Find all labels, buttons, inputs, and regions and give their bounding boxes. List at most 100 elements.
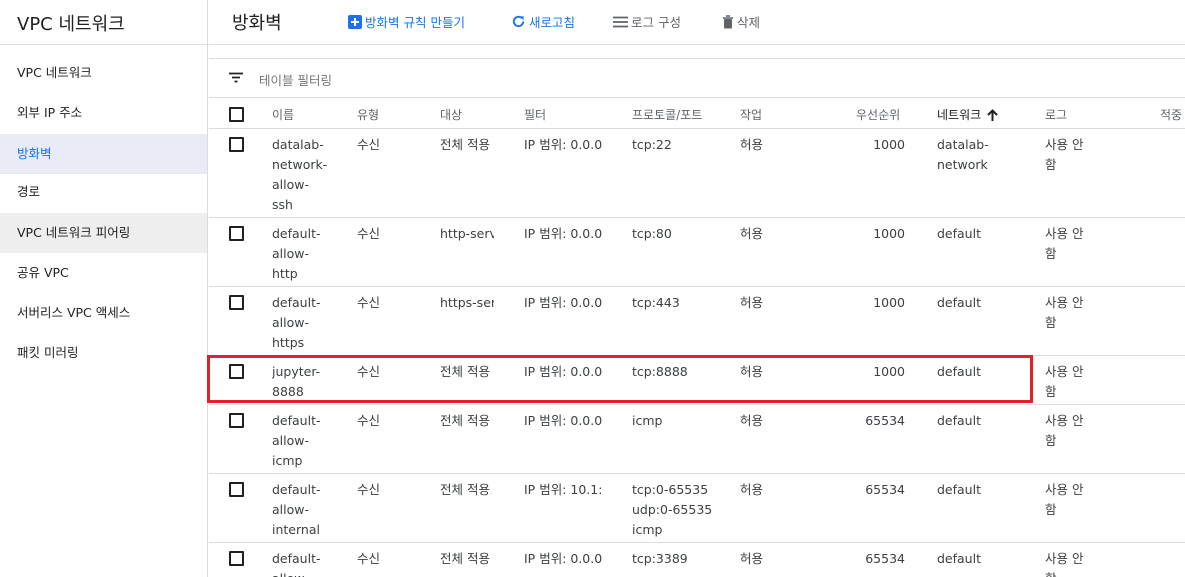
row-checkbox[interactable] (229, 413, 244, 428)
cell-protocol: tcp:8888 (632, 364, 688, 379)
cell-filter: IP 범위: 0.0.0 (524, 413, 602, 428)
table-filter-input[interactable]: 테이블 필터링 (259, 70, 332, 89)
row-checkbox[interactable] (229, 226, 244, 241)
cell-name[interactable]: default- (272, 549, 342, 569)
create-firewall-rule-button[interactable]: 방화벽 규칙 만들기 (348, 12, 465, 31)
page-title: 방화벽 (232, 13, 282, 34)
cell-protocol: tcp:0-65535 (632, 482, 709, 497)
cell-priority: 1000 (873, 137, 905, 152)
cell-logs: 사용 안 (1045, 226, 1084, 241)
table-row[interactable]: default-allow-http 수신 http-server IP 범위: 0.… (209, 218, 1185, 287)
cell-type: 수신 (357, 551, 381, 566)
cell-priority: 1000 (873, 226, 905, 241)
cell-name[interactable]: allow- (272, 569, 342, 577)
column-header-applied[interactable]: 적중 (1160, 106, 1182, 123)
cell-network: default (937, 295, 981, 310)
cell-filter: IP 범위: 0.0.0 (524, 551, 602, 566)
cell-action: 허용 (740, 137, 764, 152)
cell-network: default (937, 551, 981, 566)
row-checkbox[interactable] (229, 137, 244, 152)
sidebar-item-firewall[interactable]: 방화벽 (0, 134, 207, 174)
sidebar-item-vpc-peering[interactable]: VPC 네트워크 피어링 (0, 213, 207, 253)
cell-name[interactable]: allow- (272, 313, 342, 333)
sidebar-item-routes[interactable]: 경로 (0, 172, 207, 212)
column-header-target[interactable]: 대상 (440, 106, 462, 123)
sidebar-item-packet-mirroring[interactable]: 패킷 미러링 (0, 333, 207, 373)
cell-name[interactable]: http (272, 264, 342, 284)
cell-target: 전체 적용 (440, 413, 490, 428)
cell-network: network (937, 157, 988, 172)
cell-name[interactable]: network- (272, 155, 342, 175)
cell-name[interactable]: ssh (272, 195, 342, 215)
table-row[interactable]: default-allow-icmp 수신 전체 적용 IP 범위: 0.0.0 icm… (209, 405, 1185, 474)
cell-name[interactable]: default- (272, 224, 342, 244)
sidebar-title: VPC 네트워크 (17, 14, 125, 35)
delete-button[interactable]: 삭제 (722, 12, 760, 31)
cell-priority: 65534 (865, 413, 905, 428)
cell-name[interactable]: allow- (272, 431, 342, 451)
table-row[interactable]: default-allow-https 수신 https-server IP 범위: … (209, 287, 1185, 356)
sidebar-item-serverless-vpc-access[interactable]: 서버리스 VPC 액세스 (0, 293, 207, 333)
cell-type: 수신 (357, 226, 381, 241)
sidebar-item-external-ip[interactable]: 외부 IP 주소 (0, 93, 207, 133)
cell-action: 허용 (740, 364, 764, 379)
add-box-icon (348, 14, 362, 29)
cell-logs: 함 (1045, 502, 1057, 517)
cell-name[interactable]: datalab- (272, 135, 342, 155)
cell-filter: IP 범위: 0.0.0 (524, 364, 602, 379)
sidebar-item-shared-vpc[interactable]: 공유 VPC (0, 253, 207, 293)
cell-logs: 사용 안 (1045, 482, 1084, 497)
table-row[interactable]: datalab-network-allow-ssh 수신 전체 적용 IP 범위: 0… (209, 129, 1185, 218)
refresh-label: 새로고침 (529, 15, 576, 30)
cell-network: default (937, 364, 981, 379)
table-filter-bar[interactable]: 테이블 필터링 (209, 58, 1185, 98)
column-header-protocol[interactable]: 프로토콜/포트 (632, 106, 702, 123)
cell-protocol: icmp (632, 413, 663, 428)
cell-priority: 1000 (873, 295, 905, 310)
cell-priority: 65534 (865, 551, 905, 566)
cell-name[interactable]: allow- (272, 244, 342, 264)
cell-target: 전체 적용 (440, 551, 490, 566)
cell-name[interactable]: jupyter- (272, 362, 342, 382)
sidebar-item-vpc-network[interactable]: VPC 네트워크 (0, 53, 207, 93)
cell-name[interactable]: 8888 (272, 382, 342, 402)
cell-name[interactable]: internal (272, 520, 342, 540)
cell-logs: 사용 안 (1045, 364, 1084, 379)
cell-logs: 사용 안 (1045, 137, 1084, 152)
cell-logs: 함 (1045, 157, 1057, 172)
column-header-logs[interactable]: 로그 (1045, 106, 1067, 123)
cell-name[interactable]: https (272, 333, 342, 353)
cell-filter: IP 범위: 0.0.0 (524, 295, 602, 310)
row-checkbox[interactable] (229, 482, 244, 497)
cell-name[interactable]: allow- (272, 175, 342, 195)
cell-target: 전체 적용 (440, 364, 490, 379)
column-header-priority[interactable]: 우선순위 (856, 106, 900, 123)
trash-icon (723, 14, 733, 28)
row-checkbox[interactable] (229, 551, 244, 566)
row-checkbox[interactable] (229, 364, 244, 379)
table-row[interactable]: default-allow-internal 수신 전체 적용 IP 범위: 10.1… (209, 474, 1185, 543)
cell-target: https-server (440, 295, 494, 310)
column-header-type[interactable]: 유형 (357, 106, 379, 123)
cell-name[interactable]: default- (272, 293, 342, 313)
cell-name[interactable]: default- (272, 411, 342, 431)
table-row[interactable]: jupyter- 8888 수신 전체 적용 IP 범위: 0.0.0 tcp:8888 허… (209, 356, 1185, 405)
cell-name[interactable]: default- (272, 480, 342, 500)
cell-name[interactable]: allow- (272, 500, 342, 520)
configure-logs-button[interactable]: 로그 구성 (613, 12, 681, 31)
select-all-checkbox[interactable] (229, 107, 244, 122)
cell-logs: 함 (1045, 315, 1057, 330)
cell-name[interactable]: icmp (272, 451, 342, 471)
column-header-filter[interactable]: 필터 (524, 106, 546, 123)
column-header-name[interactable]: 이름 (272, 106, 294, 123)
column-header-network[interactable]: 네트워크 (937, 106, 998, 123)
column-header-action[interactable]: 작업 (740, 106, 762, 123)
cell-type: 수신 (357, 482, 381, 497)
cell-network: default (937, 482, 981, 497)
refresh-button[interactable]: 새로고침 (511, 12, 575, 31)
cell-protocol: tcp:3389 (632, 551, 688, 566)
refresh-icon (512, 15, 525, 28)
row-checkbox[interactable] (229, 295, 244, 310)
cell-filter: IP 범위: 10.1: (524, 482, 602, 497)
table-row[interactable]: default-allow- 수신 전체 적용 IP 범위: 0.0.0 tcp:338… (209, 543, 1185, 577)
